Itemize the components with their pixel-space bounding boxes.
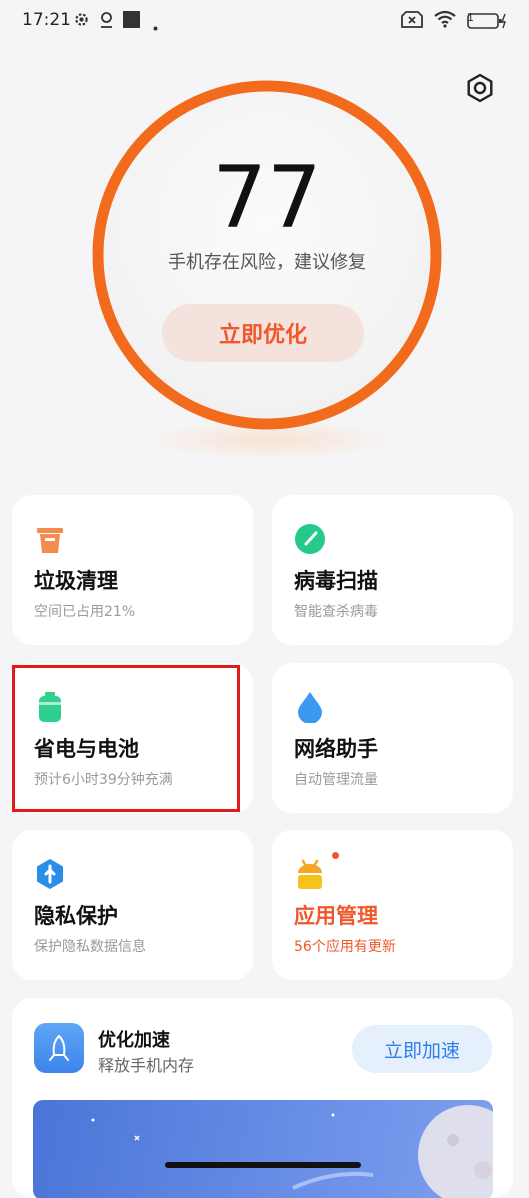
status-time: 17:21 xyxy=(22,10,71,30)
boost-button[interactable]: 立即加速 xyxy=(352,1025,492,1073)
boost-banner-image xyxy=(33,1100,493,1198)
card-subtitle: 56个应用有更新 xyxy=(294,939,396,955)
card-title: 网络助手 xyxy=(294,737,378,761)
status-bar: 17:21 1 xyxy=(0,0,529,42)
card-title: 隐私保护 xyxy=(34,904,118,928)
card-title: 省电与电池 xyxy=(34,737,139,761)
dot-icon xyxy=(153,16,158,35)
boost-title: 优化加速 xyxy=(98,1030,170,1051)
battery-level: 1 xyxy=(467,11,474,24)
card-battery[interactable]: 省电与电池 预计6小时39分钟充满 xyxy=(12,663,253,813)
boost-subtitle: 释放手机内存 xyxy=(98,1056,195,1075)
score-value: 77 xyxy=(212,148,322,248)
card-network[interactable]: 网络助手 自动管理流量 xyxy=(272,663,513,813)
card-subtitle: 智能查杀病毒 xyxy=(294,604,378,620)
sim-error-icon xyxy=(401,10,423,32)
card-title: 垃圾清理 xyxy=(34,569,118,593)
card-privacy[interactable]: 隐私保护 保护隐私数据信息 xyxy=(12,830,253,980)
rocket-icon xyxy=(34,1023,84,1073)
battery-card-icon xyxy=(34,691,66,723)
card-subtitle: 保护隐私数据信息 xyxy=(34,939,146,955)
card-app-management[interactable]: 应用管理 56个应用有更新 xyxy=(272,830,513,980)
card-junk-cleanup[interactable]: 垃圾清理 空间已占用21% xyxy=(12,495,253,645)
card-title: 应用管理 xyxy=(294,904,378,928)
card-virus-scan[interactable]: 病毒扫描 智能查杀病毒 xyxy=(272,495,513,645)
notification-square-icon xyxy=(123,11,140,32)
settings-button[interactable] xyxy=(462,70,498,106)
status-right xyxy=(401,10,507,32)
gear-icon xyxy=(73,11,90,32)
score-ring: 77 手机存在风险，建议修复 立即优化 xyxy=(92,80,442,430)
home-indicator[interactable] xyxy=(165,1162,361,1168)
wifi-icon xyxy=(433,10,457,32)
update-dot xyxy=(332,852,339,859)
location-icon xyxy=(99,11,114,33)
card-subtitle: 空间已占用21% xyxy=(34,604,136,620)
score-message: 手机存在风险，建议修复 xyxy=(168,252,366,273)
optimize-button[interactable]: 立即优化 xyxy=(162,304,364,362)
card-subtitle: 预计6小时39分钟充满 xyxy=(34,772,173,788)
card-subtitle: 自动管理流量 xyxy=(294,772,378,788)
boost-card[interactable]: 优化加速 释放手机内存 立即加速 xyxy=(12,998,513,1198)
water-drop-icon xyxy=(294,691,326,724)
shield-scan-icon xyxy=(294,523,326,555)
trash-icon xyxy=(34,523,66,555)
android-icon xyxy=(294,858,326,890)
privacy-shield-icon xyxy=(34,858,66,890)
settings-hexagon-icon xyxy=(467,73,493,103)
card-title: 病毒扫描 xyxy=(294,569,378,593)
